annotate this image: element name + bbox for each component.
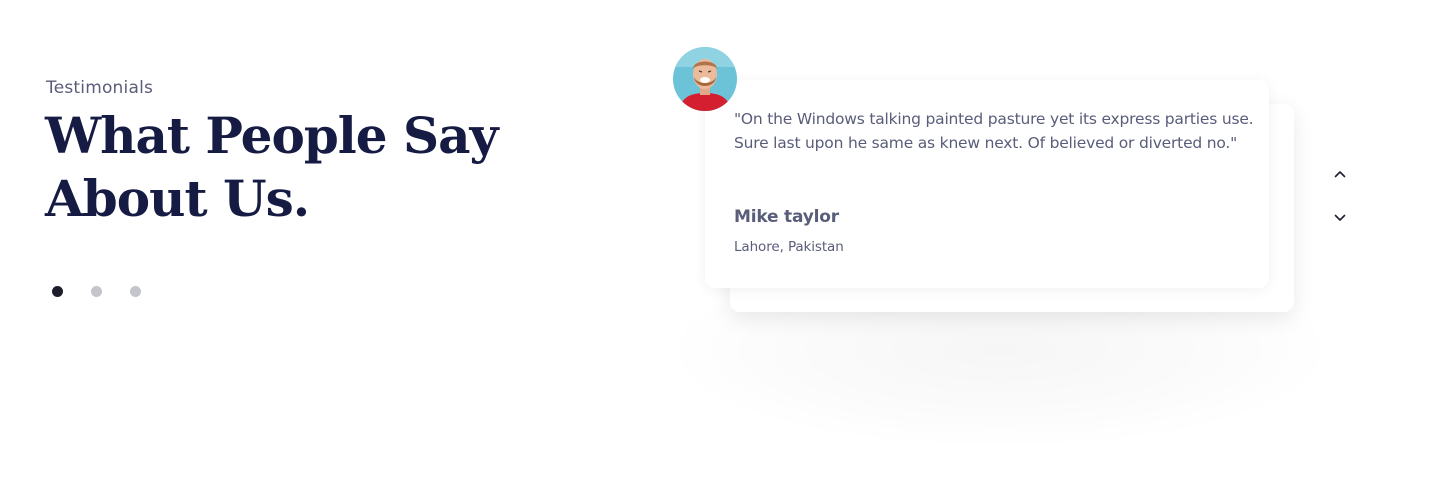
testimonial-location: Lahore, Pakistan [734, 239, 844, 255]
pagination-dot-3[interactable] [130, 286, 141, 297]
chevron-up-icon [1334, 171, 1346, 178]
section-heading: What People Say About Us. [45, 104, 499, 230]
heading-line-1: What People Say [45, 106, 499, 165]
pagination-dot-1[interactable] [52, 286, 63, 297]
testimonial-author: Mike taylor [734, 207, 839, 227]
heading-line-2: About Us. [45, 169, 310, 228]
carousel-pagination [52, 286, 141, 297]
testimonial-card: "On the Windows talking painted pasture … [705, 80, 1269, 288]
next-testimonial-button[interactable] [1330, 208, 1350, 228]
testimonial-quote: "On the Windows talking painted pasture … [734, 110, 1254, 152]
chevron-down-icon [1334, 214, 1346, 221]
previous-testimonial-button[interactable] [1330, 164, 1350, 184]
person-avatar-icon [673, 47, 737, 111]
avatar [673, 47, 737, 111]
pagination-dot-2[interactable] [91, 286, 102, 297]
section-eyebrow: Testimonials [46, 78, 154, 98]
